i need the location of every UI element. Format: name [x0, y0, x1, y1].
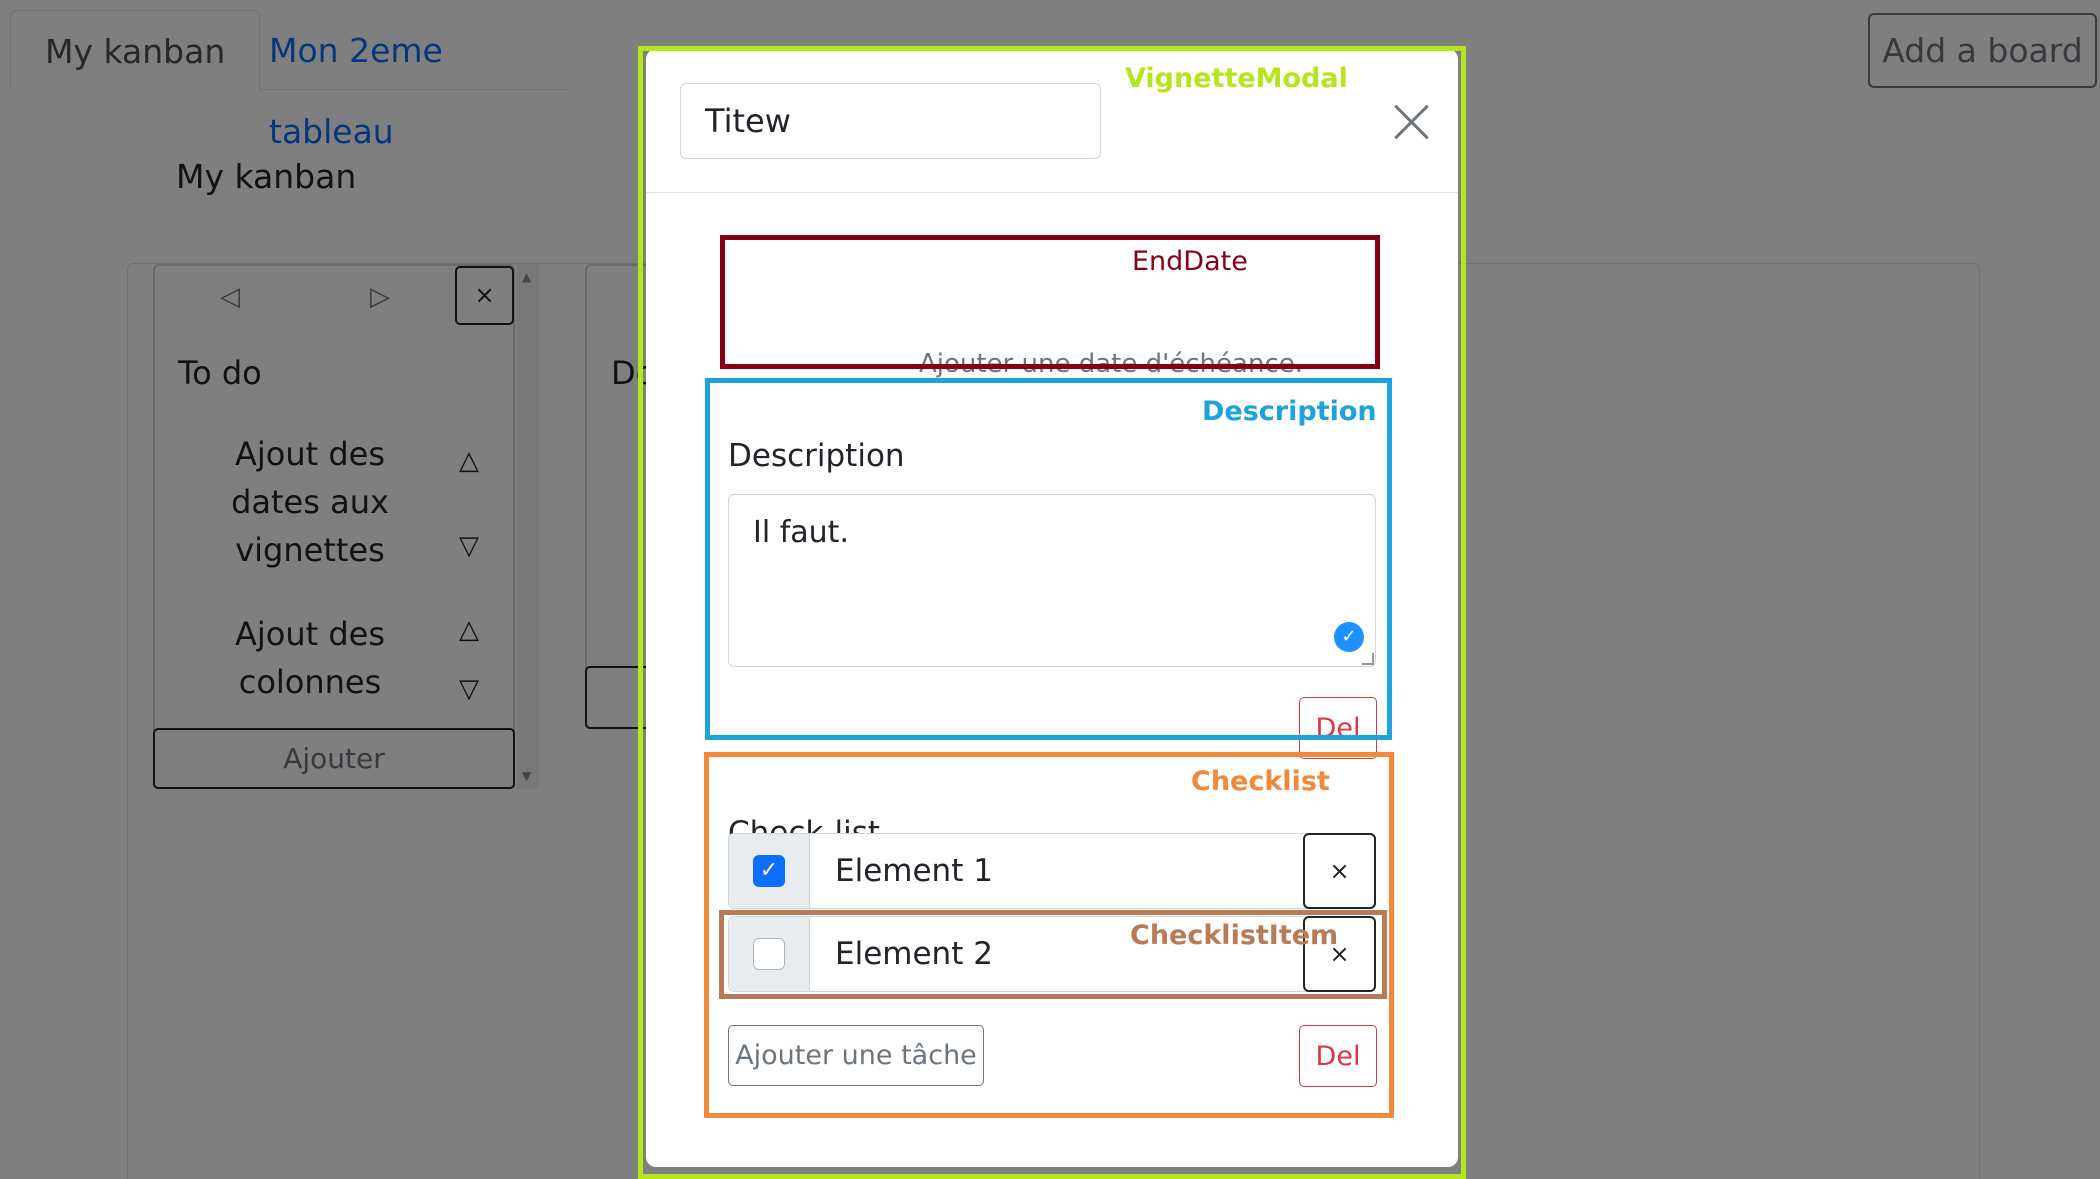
delete-description-button[interactable]: Del [1299, 697, 1377, 759]
checkbox-cell: ✓ [729, 834, 810, 908]
description-textarea[interactable] [728, 494, 1376, 667]
checkmark-icon: ✓ [1334, 622, 1364, 652]
checklist-item-label[interactable]: Element 2 [835, 917, 993, 991]
card-title-input[interactable] [680, 83, 1101, 159]
checklist-item-label[interactable]: Element 1 [835, 834, 993, 908]
remove-item-button[interactable]: × [1303, 916, 1376, 992]
vignette-modal: Ajouter une date d'échéance. Description… [646, 49, 1458, 1167]
description-heading: Description [728, 438, 905, 474]
checklist-item: Element 2 × [728, 916, 1376, 992]
delete-checklist-button[interactable]: Del [1299, 1025, 1377, 1087]
remove-item-button[interactable]: × [1303, 833, 1376, 909]
checklist-item: ✓ Element 1 × [728, 833, 1376, 909]
checkbox[interactable] [753, 938, 785, 970]
end-date-placeholder[interactable]: Ajouter une date d'échéance. [646, 349, 1458, 379]
close-icon[interactable] [1386, 97, 1436, 147]
resize-grip-icon[interactable] [1362, 653, 1374, 665]
add-task-button[interactable]: Ajouter une tâche [728, 1025, 984, 1086]
checkbox[interactable]: ✓ [753, 855, 785, 887]
checkbox-cell [729, 917, 810, 991]
modal-header [646, 49, 1458, 193]
